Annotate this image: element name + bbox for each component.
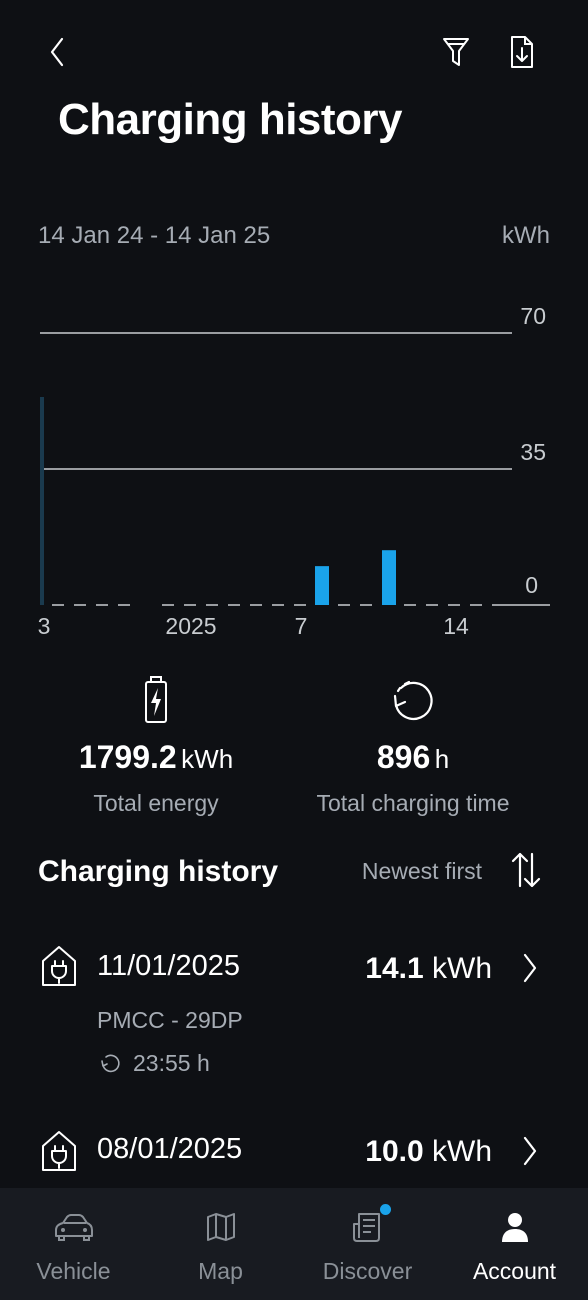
total-energy-label: Total energy xyxy=(93,790,219,816)
notification-badge xyxy=(379,1204,391,1215)
sort-arrows-icon xyxy=(511,852,541,888)
chevron-right-icon xyxy=(523,953,537,983)
total-energy-unit: kWh xyxy=(181,744,234,774)
date-range[interactable]: 14 Jan 24 - 14 Jan 25 xyxy=(38,222,270,250)
refresh-icon xyxy=(393,680,433,721)
bottom-navigation: Vehicle Map Discover Account xyxy=(0,1188,588,1300)
nav-item-account[interactable]: Account xyxy=(441,1188,588,1300)
nav-item-discover[interactable]: Discover xyxy=(294,1188,441,1300)
export-button[interactable] xyxy=(500,30,544,74)
battery-charging-icon xyxy=(145,676,167,723)
total-energy-value: 1799.2 xyxy=(78,739,177,775)
chevron-right-icon xyxy=(523,1136,537,1166)
nav-item-vehicle[interactable]: Vehicle xyxy=(0,1188,147,1300)
chart-bar[interactable] xyxy=(382,550,396,605)
session-date: 11/01/2025 xyxy=(97,950,240,982)
session-item[interactable]: 11/01/2025 14.1 kWh PMCC - 29DP 23:55 h xyxy=(0,930,588,1090)
refresh-icon xyxy=(101,1054,120,1073)
energy-chart[interactable]: 70 35 0 3 2025 7 14 xyxy=(0,290,588,650)
session-energy: 10.0 kWh xyxy=(365,1135,492,1169)
person-icon xyxy=(501,1213,528,1242)
map-icon xyxy=(206,1213,235,1241)
home-charger-icon xyxy=(42,1131,76,1171)
history-section-title: Charging history xyxy=(38,855,279,888)
x-tick-label: 3 xyxy=(38,613,51,639)
total-time-stat: 896 h Total charging time xyxy=(283,675,543,817)
sort-button[interactable] xyxy=(506,848,546,892)
session-item[interactable]: 08/01/2025 10.0 kWh xyxy=(0,1113,588,1188)
x-tick-label: 7 xyxy=(295,613,308,639)
nav-label-map: Map xyxy=(198,1258,243,1284)
total-time-value: 896 xyxy=(376,739,431,775)
session-date: 08/01/2025 xyxy=(97,1133,243,1165)
page-title: Charging history xyxy=(58,95,403,144)
total-time-unit: h xyxy=(434,744,450,774)
file-download-icon xyxy=(511,36,533,68)
news-icon xyxy=(352,1213,380,1242)
session-duration: 23:55 h xyxy=(133,1050,210,1076)
session-energy-unit: kWh xyxy=(432,1135,492,1168)
y-tick-label: 70 xyxy=(520,303,546,329)
nav-label-vehicle: Vehicle xyxy=(36,1258,111,1284)
session-location: PMCC - 29DP xyxy=(97,1007,243,1033)
chart-unit: kWh xyxy=(502,222,550,249)
nav-label-discover: Discover xyxy=(322,1258,413,1284)
y-tick-label: 35 xyxy=(520,439,546,465)
total-energy-stat: 1799.2 kWh Total energy xyxy=(26,675,286,817)
chart-bar[interactable] xyxy=(315,566,329,605)
session-energy-value: 10.0 xyxy=(365,1135,424,1168)
nav-item-map[interactable]: Map xyxy=(147,1188,294,1300)
sort-order-label[interactable]: Newest first xyxy=(362,858,482,885)
y-tick-label: 0 xyxy=(525,572,538,598)
chart-edge-indicator xyxy=(40,397,44,605)
filter-button[interactable] xyxy=(434,30,478,74)
back-button[interactable] xyxy=(36,30,80,74)
x-tick-label: 2025 xyxy=(165,613,216,639)
total-time-label: Total charging time xyxy=(316,790,510,816)
x-tick-label: 14 xyxy=(443,613,469,639)
session-energy-value: 14.1 xyxy=(365,952,424,985)
session-energy-unit: kWh xyxy=(432,952,492,985)
nav-label-account: Account xyxy=(472,1258,557,1284)
session-energy: 14.1 kWh xyxy=(365,952,492,986)
chevron-left-icon xyxy=(50,37,64,67)
car-icon xyxy=(54,1214,93,1241)
home-charger-icon xyxy=(42,946,76,986)
filter-icon xyxy=(443,38,469,66)
